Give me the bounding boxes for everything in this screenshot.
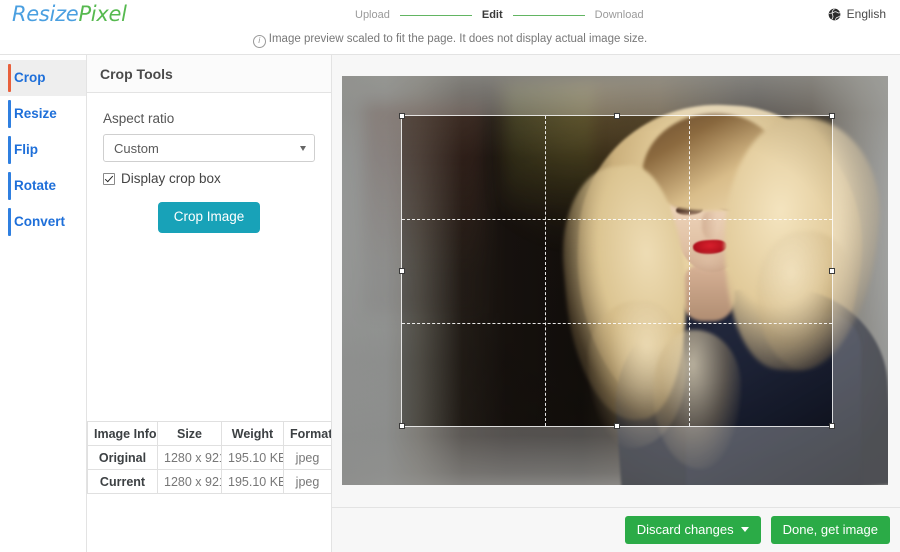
row-label-original: Original: [87, 445, 158, 470]
display-crop-box-label: Display crop box: [121, 171, 221, 186]
crop-tools-title: Crop Tools: [87, 55, 331, 93]
discard-changes-button[interactable]: Discard changes: [624, 515, 761, 544]
crop-tools-body: Aspect ratio Custom Display crop box Cro…: [87, 93, 331, 233]
sidebar-item-crop[interactable]: Crop: [0, 60, 86, 96]
step-edit[interactable]: Edit: [482, 9, 503, 21]
caret-down-icon: [740, 527, 749, 533]
sidebar-item-convert-label: Convert: [14, 214, 66, 229]
col-header-format: Format: [283, 421, 332, 446]
sidebar-item-crop-label: Crop: [14, 70, 46, 85]
app-logo[interactable]: ResizePixel: [12, 2, 127, 26]
display-crop-box-checkbox[interactable]: [103, 172, 115, 185]
display-crop-box-row[interactable]: Display crop box: [103, 171, 315, 186]
crop-grid-line-vertical-1: [545, 116, 547, 426]
preview-notice: i Image preview scaled to fit the page. I…: [0, 30, 900, 54]
crop-handle-east[interactable]: [829, 268, 835, 274]
logo-text-resize: Resize: [12, 2, 79, 26]
sidebar-item-rotate[interactable]: Rotate: [0, 168, 86, 204]
image-canvas[interactable]: [342, 76, 888, 485]
crop-tools-panel: Crop Tools Aspect ratio Custom Display c…: [86, 55, 332, 552]
aspect-ratio-value: Custom: [114, 141, 159, 156]
aspect-ratio-label: Aspect ratio: [103, 111, 175, 126]
discard-changes-label: Discard changes: [636, 521, 734, 537]
footer-divider: [332, 507, 900, 508]
step-connector-1: [399, 14, 472, 16]
crop-handle-southeast[interactable]: [829, 423, 835, 429]
sidebar-item-rotate-label: Rotate: [14, 178, 57, 193]
step-download[interactable]: Download: [595, 9, 644, 21]
sidebar-item-resize[interactable]: Resize: [0, 96, 86, 132]
image-preview-area: Discard changes Done, get image: [332, 55, 900, 552]
language-selector[interactable]: English: [828, 7, 886, 21]
row-label-current: Current: [87, 469, 158, 494]
step-connector-2: [512, 14, 585, 16]
globe-icon: [828, 8, 841, 21]
page-header: ResizePixel Upload Edit Download English: [0, 0, 900, 30]
sidebar-item-resize-label: Resize: [14, 106, 57, 121]
crop-button-wrap: Crop Image: [103, 202, 315, 233]
col-header-image-info: Image Info: [87, 421, 158, 446]
app-body: Crop Resize Flip Rotate Convert Crop Too…: [0, 54, 900, 552]
logo-text-pixel: Pixel: [78, 2, 127, 26]
crop-grid-line-vertical-2: [688, 116, 690, 426]
tool-sidebar: Crop Resize Flip Rotate Convert: [0, 55, 86, 552]
aspect-ratio-select[interactable]: Custom: [103, 134, 315, 162]
table-row: Current 1280 x 921 195.10 KB jpeg: [87, 469, 332, 494]
table-header-row: Image Info Size Weight Format: [87, 421, 332, 446]
crop-handle-south[interactable]: [614, 423, 620, 429]
crop-handle-north[interactable]: [614, 113, 620, 119]
crop-selection-box[interactable]: [399, 113, 835, 429]
crop-handle-northeast[interactable]: [829, 113, 835, 119]
sidebar-item-flip[interactable]: Flip: [0, 132, 86, 168]
original-size: 1280 x 921: [157, 445, 222, 470]
crop-grid-line-horizontal-2: [402, 322, 832, 324]
language-label: English: [846, 7, 886, 21]
crop-grid-line-horizontal-1: [402, 219, 832, 221]
table-row: Original 1280 x 921 195.10 KB jpeg: [87, 445, 332, 470]
original-weight: 195.10 KB: [221, 445, 284, 470]
chevron-down-icon: [300, 146, 306, 151]
current-weight: 195.10 KB: [221, 469, 284, 494]
sidebar-item-convert[interactable]: Convert: [0, 204, 86, 240]
info-icon: i: [252, 35, 266, 48]
image-info-section: Image Info Size Weight Format Original 1…: [87, 421, 332, 494]
sidebar-item-flip-label: Flip: [14, 142, 38, 157]
action-footer: Discard changes Done, get image: [624, 515, 890, 544]
preview-notice-text: Image preview scaled to fit the page. It…: [268, 33, 648, 45]
crop-handle-west[interactable]: [399, 268, 405, 274]
current-format: jpeg: [283, 469, 332, 494]
done-get-image-button[interactable]: Done, get image: [770, 515, 890, 544]
col-header-weight: Weight: [221, 421, 284, 446]
image-info-table: Image Info Size Weight Format Original 1…: [87, 421, 332, 494]
col-header-size: Size: [157, 421, 222, 446]
workflow-stepper: Upload Edit Download: [355, 9, 644, 21]
original-format: jpeg: [283, 445, 332, 470]
crop-handle-southwest[interactable]: [399, 423, 405, 429]
current-size: 1280 x 921: [157, 469, 222, 494]
step-upload[interactable]: Upload: [355, 9, 390, 21]
crop-handle-northwest[interactable]: [399, 113, 405, 119]
crop-image-button[interactable]: Crop Image: [157, 202, 261, 233]
